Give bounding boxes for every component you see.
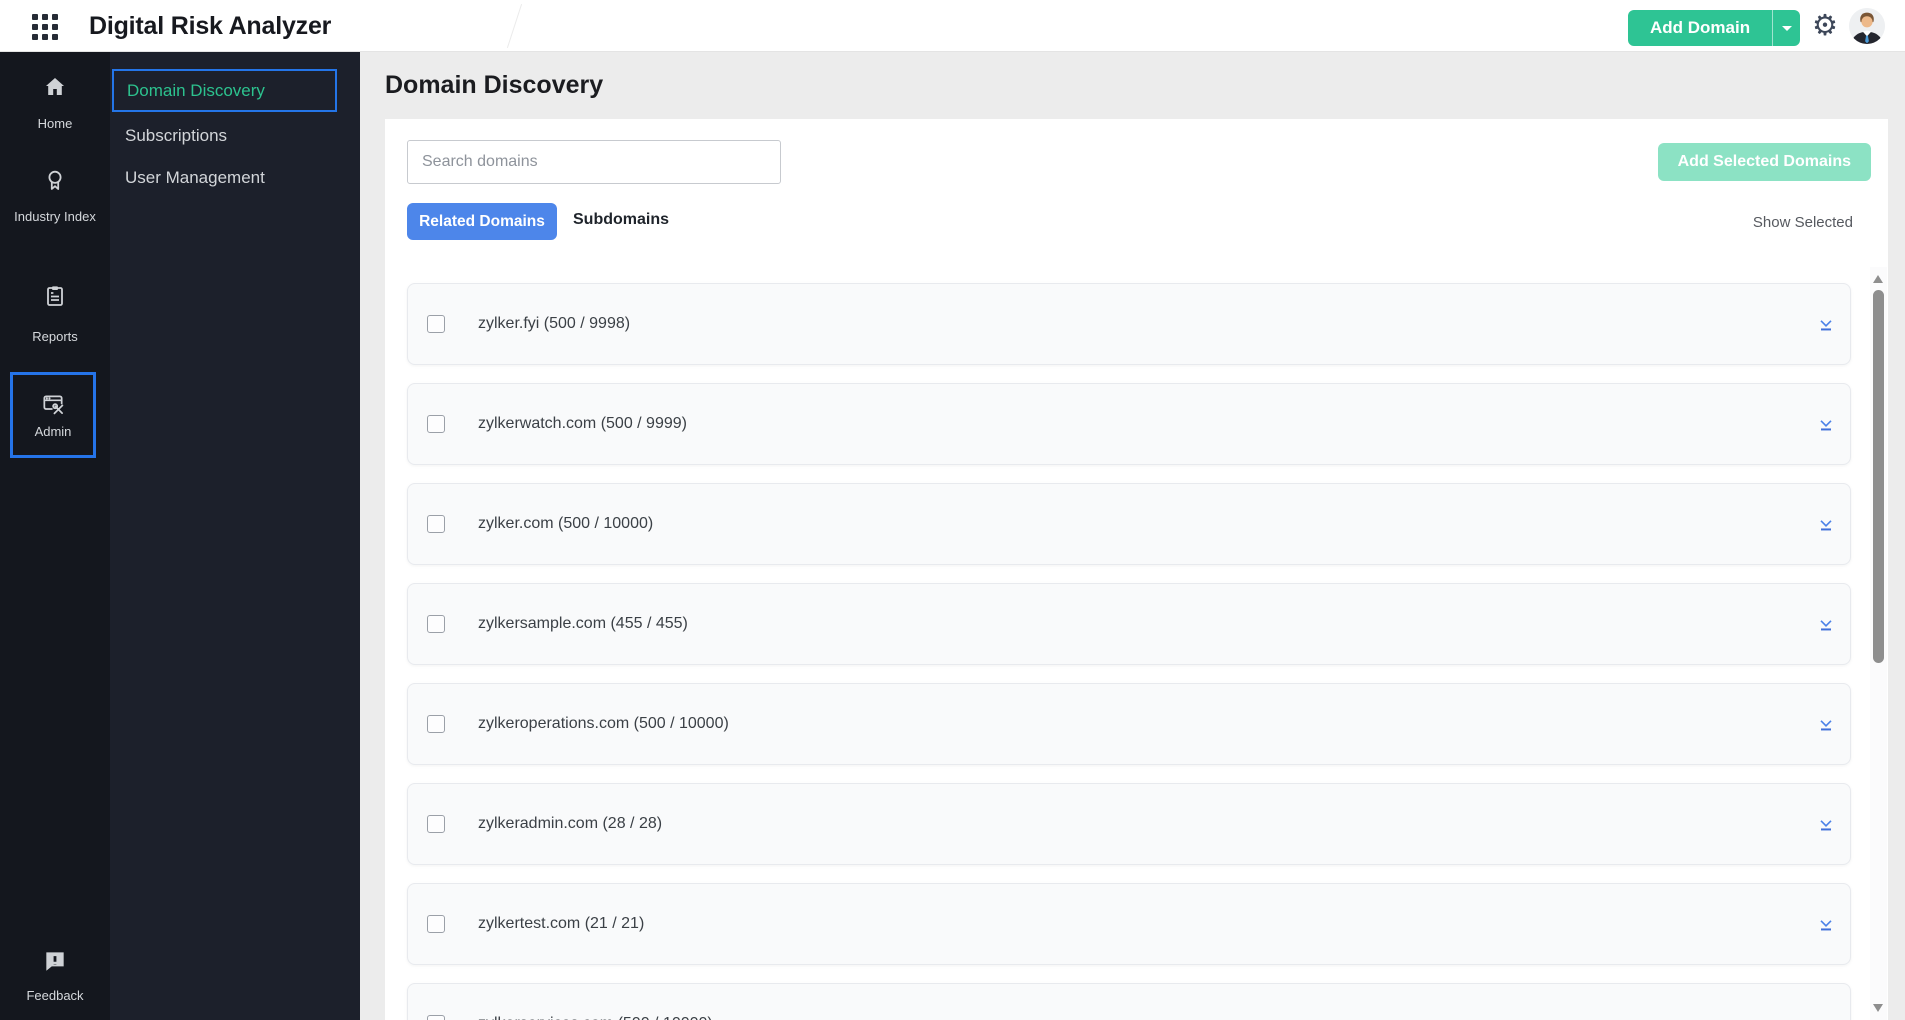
subnav-item-user-management[interactable]: User Management (125, 168, 265, 188)
industry-index-icon (48, 170, 62, 190)
domain-row[interactable]: zylkeroperations.com (500 / 10000) (407, 683, 1851, 765)
domain-checkbox[interactable] (427, 915, 445, 933)
header-divider (506, 3, 523, 49)
caret-down-icon (1781, 25, 1792, 36)
subnav-item-domain-discovery[interactable]: Domain Discovery (112, 69, 337, 112)
digital-risk-analyzer-app: Digital Risk Analyzer Add Domain ⚙ Home … (0, 0, 1905, 1020)
domain-label: zylker.fyi (500 / 9998) (478, 315, 631, 332)
page-title: Domain Discovery (385, 71, 604, 99)
domain-label: zylkerwatch.com (500 / 9999) (478, 415, 687, 432)
domain-checkbox[interactable] (427, 415, 445, 433)
search-input[interactable] (407, 140, 781, 184)
icon-sidebar: Home Industry Index Reports Admin Feedba… (0, 52, 110, 1020)
sidebar-item-industry-index[interactable]: Industry Index (0, 168, 110, 226)
scroll-up-arrow-icon[interactable] (1873, 270, 1883, 283)
domain-row[interactable]: zylkerwatch.com (500 / 9999) (407, 383, 1851, 465)
domain-discovery-panel: Add Selected Domains Related Domains Sub… (385, 119, 1888, 1020)
user-avatar[interactable] (1849, 8, 1885, 44)
home-icon (46, 78, 64, 95)
show-selected-link[interactable]: Show Selected (1753, 214, 1853, 231)
domain-label: zylker.com (500 / 10000) (478, 515, 654, 532)
gear-icon[interactable]: ⚙ (1812, 9, 1838, 43)
add-domain-button[interactable]: Add Domain (1628, 10, 1773, 46)
domain-checkbox[interactable] (427, 615, 445, 633)
sidebar-item-label: Feedback (26, 988, 84, 1003)
domain-row[interactable]: zylker.fyi (500 / 9998) (407, 283, 1851, 365)
sidebar-item-label: Home (37, 116, 73, 131)
scrollbar-thumb[interactable] (1873, 290, 1884, 663)
domain-list: zylker.fyi (500 / 9998) zylkerwatch.com … (407, 283, 1851, 1020)
chevron-expand-icon[interactable] (1816, 1015, 1836, 1020)
chevron-expand-icon[interactable] (1816, 515, 1836, 535)
domain-row[interactable]: zylkertest.com (21 / 21) (407, 883, 1851, 965)
chevron-expand-icon[interactable] (1816, 415, 1836, 435)
scroll-down-arrow-icon[interactable] (1873, 1004, 1883, 1017)
domain-checkbox[interactable] (427, 815, 445, 833)
chevron-expand-icon[interactable] (1816, 715, 1836, 735)
tab-related-domains[interactable]: Related Domains (407, 203, 557, 240)
domain-checkbox[interactable] (427, 315, 445, 333)
domain-label: zylkersample.com (455 / 455) (478, 615, 688, 632)
domain-label: zylkerservices.com (500 / 10000) (478, 1015, 713, 1020)
chevron-expand-icon[interactable] (1816, 615, 1836, 635)
domain-row[interactable]: zylkersample.com (455 / 455) (407, 583, 1851, 665)
domain-label: zylkeroperations.com (500 / 10000) (478, 715, 729, 732)
subnav-item-label: Domain Discovery (127, 80, 265, 100)
domain-row[interactable]: zylkerservices.com (500 / 10000) (407, 983, 1851, 1020)
sidebar-item-admin[interactable]: Admin (10, 372, 96, 458)
domain-label: zylkeradmin.com (28 / 28) (478, 815, 663, 832)
sidebar-item-label: Reports (32, 329, 78, 344)
main-content: Domain Discovery Add Selected Domains Re… (360, 52, 1905, 1020)
top-header: Digital Risk Analyzer Add Domain ⚙ (0, 0, 1905, 52)
sidebar-item-feedback[interactable]: Feedback (0, 948, 110, 1005)
reports-icon (47, 286, 63, 306)
domain-checkbox[interactable] (427, 515, 445, 533)
apps-grid-icon[interactable] (32, 14, 58, 40)
chevron-expand-icon[interactable] (1816, 915, 1836, 935)
subnav-item-label: Subscriptions (125, 126, 228, 145)
domain-checkbox[interactable] (427, 1015, 445, 1020)
add-domain-split-button: Add Domain (1628, 10, 1801, 46)
sidebar-item-label: Admin (34, 424, 72, 439)
admin-icon (43, 395, 64, 415)
chevron-expand-icon[interactable] (1816, 315, 1836, 335)
sidebar-item-reports[interactable]: Reports (0, 284, 110, 346)
domain-row[interactable]: zylkeradmin.com (28 / 28) (407, 783, 1851, 865)
subnav-item-subscriptions[interactable]: Subscriptions (125, 126, 227, 146)
sidebar-item-home[interactable]: Home (0, 75, 110, 133)
subnav-item-label: User Management (125, 168, 265, 187)
domain-checkbox[interactable] (427, 715, 445, 733)
admin-subnav: Domain Discovery Subscriptions User Mana… (110, 52, 360, 1020)
avatar-person-icon (1849, 8, 1885, 44)
app-title: Digital Risk Analyzer (89, 12, 332, 40)
sidebar-item-label: Industry Index (14, 209, 96, 224)
domain-label: zylkertest.com (21 / 21) (478, 915, 645, 932)
add-selected-domains-button[interactable]: Add Selected Domains (1657, 143, 1871, 181)
domain-row[interactable]: zylker.com (500 / 10000) (407, 483, 1851, 565)
tab-subdomains[interactable]: Subdomains (573, 211, 669, 229)
chevron-expand-icon[interactable] (1816, 815, 1836, 835)
vertical-scrollbar[interactable] (1870, 267, 1887, 1020)
feedback-icon (46, 952, 64, 971)
add-domain-dropdown-button[interactable] (1772, 10, 1801, 46)
